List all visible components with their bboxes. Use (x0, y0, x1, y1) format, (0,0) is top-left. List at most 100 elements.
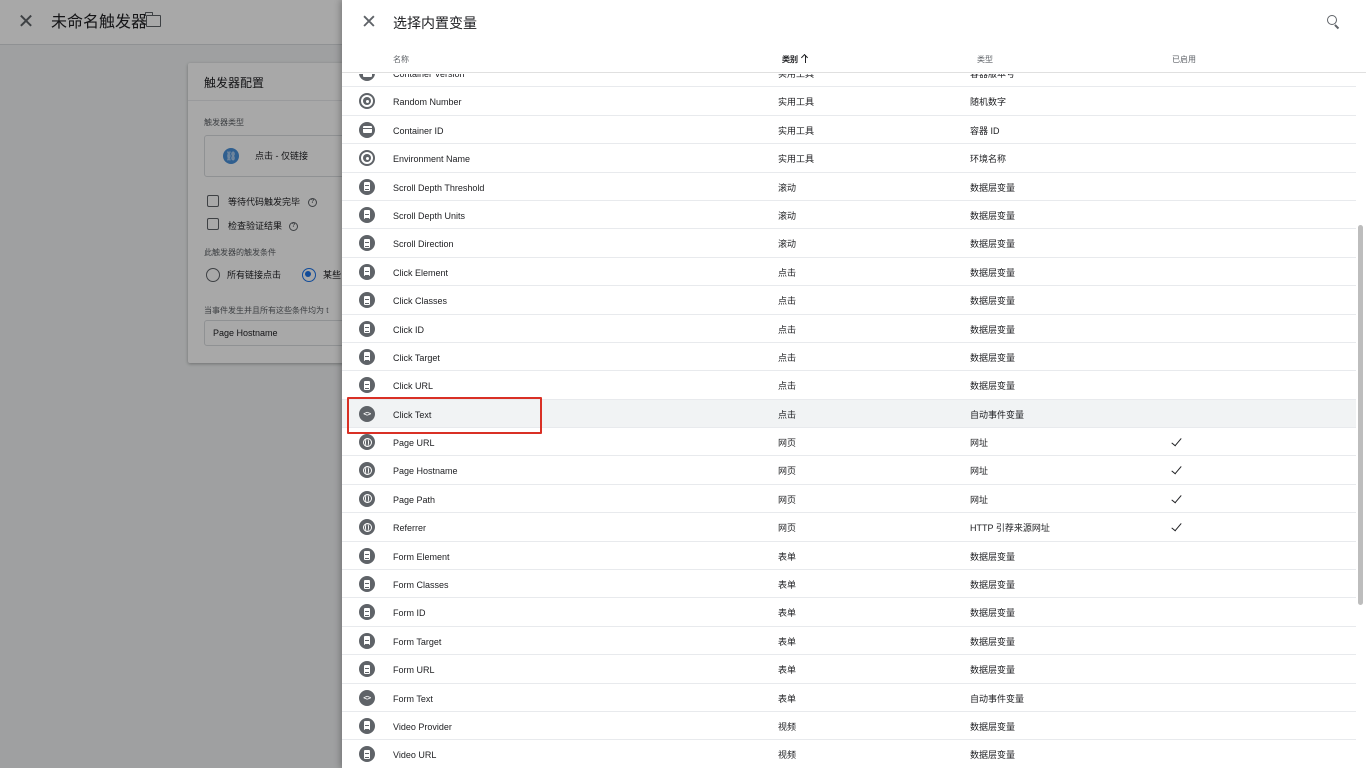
column-name-header[interactable]: 名称 (393, 54, 409, 66)
table-row[interactable]: Page Hostname 网页 网址 (342, 456, 1356, 485)
variable-name: Page Hostname (393, 466, 458, 477)
variable-category: 表单 (778, 636, 797, 647)
variable-name: Container ID (393, 125, 444, 136)
scrollbar-thumb[interactable] (1358, 225, 1363, 605)
variable-category: 点击 (778, 324, 797, 335)
table-row[interactable]: Video Provider 视频 数据层变量 (342, 712, 1356, 741)
close-panel-button[interactable]: ✕ (359, 13, 379, 33)
document-icon (359, 576, 375, 593)
table-row[interactable]: Scroll Depth Threshold 滚动 数据层变量 (342, 173, 1356, 201)
document-icon (359, 632, 375, 649)
variable-category: 视频 (778, 750, 797, 761)
variable-type: 数据层变量 (970, 750, 1016, 761)
table-row[interactable]: Click Text 点击 自动事件变量 (342, 399, 1356, 429)
table-row[interactable]: Scroll Depth Units 滚动 数据层变量 (342, 201, 1356, 230)
variable-type: 网址 (970, 438, 989, 449)
table-row[interactable]: Scroll Direction 滚动 数据层变量 (342, 229, 1356, 258)
panel-title: 选择内置变量 (393, 15, 477, 31)
variable-type: 环境名称 (970, 154, 1007, 165)
table-row[interactable]: Form ID 表单 数据层变量 (342, 598, 1356, 627)
panel-header: ✕ 选择内置变量 (342, 0, 1366, 46)
table-row[interactable]: Environment Name 实用工具 环境名称 (342, 144, 1356, 173)
column-type-header[interactable]: 类型 (977, 54, 993, 66)
table-row[interactable]: Referrer 网页 HTTP 引荐来源网址 (342, 513, 1356, 542)
container-icon (359, 74, 375, 81)
table-row[interactable]: Form URL 表单 数据层变量 (342, 655, 1356, 684)
document-icon (359, 320, 375, 337)
variable-type: 数据层变量 (970, 267, 1016, 278)
table-row[interactable]: Page Path 网页 网址 (342, 485, 1356, 514)
table-row[interactable]: Container ID 实用工具 容器 ID (342, 116, 1356, 145)
search-icon[interactable] (1327, 15, 1340, 28)
variable-type: 容器 ID (970, 125, 1000, 136)
variable-name: Click Element (393, 267, 449, 278)
variable-name: Form Element (393, 551, 450, 562)
variable-type: 数据层变量 (970, 182, 1016, 193)
table-row[interactable]: Click Target 点击 数据层变量 (342, 343, 1356, 372)
variable-type: 网址 (970, 494, 989, 505)
table-row[interactable]: Click Element 点击 数据层变量 (342, 258, 1356, 287)
code-icon (359, 689, 375, 706)
checkmark-icon (1170, 464, 1182, 476)
variables-table: Container Version 实用工具 容器版本号 Random Number 实… (342, 74, 1356, 768)
column-category-header[interactable]: 类别 (782, 54, 809, 66)
variable-name: Referrer (393, 523, 427, 534)
container-icon (359, 121, 375, 138)
column-enabled-header[interactable]: 已启用 (1172, 54, 1196, 66)
globe-icon (359, 490, 375, 507)
table-row[interactable]: Form Text 表单 自动事件变量 (342, 684, 1356, 712)
enabled-check-icon (1170, 493, 1182, 508)
table-row[interactable]: Page URL 网页 网址 (342, 428, 1356, 457)
table-row[interactable]: Form Target 表单 数据层变量 (342, 627, 1356, 656)
variable-type: 自动事件变量 (970, 409, 1025, 420)
variable-name: Scroll Depth Units (393, 210, 466, 221)
table-row[interactable]: Form Element 表单 数据层变量 (342, 542, 1356, 571)
variable-name: Page URL (393, 438, 435, 449)
variable-category: 点击 (778, 381, 797, 392)
document-icon (359, 348, 375, 365)
code-icon (359, 405, 375, 422)
variable-category: 实用工具 (778, 74, 815, 79)
document-icon (359, 263, 375, 280)
variable-name: Click Target (393, 352, 440, 363)
variable-name: Form URL (393, 665, 435, 676)
variable-type: 数据层变量 (970, 239, 1016, 250)
variable-category: 表单 (778, 665, 797, 676)
variable-name: Form ID (393, 608, 426, 619)
variable-name: Video URL (393, 750, 437, 761)
globe-icon (359, 462, 375, 479)
checkmark-icon (1170, 493, 1182, 505)
enabled-check-icon (1170, 464, 1182, 479)
variable-type: 容器版本号 (970, 74, 1016, 79)
variable-name: Click Text (393, 409, 432, 420)
enabled-check-icon (1170, 436, 1182, 451)
variable-category: 网页 (778, 494, 797, 505)
table-row[interactable]: Video URL 视频 数据层变量 (342, 740, 1356, 768)
variable-category: 实用工具 (778, 97, 815, 108)
column-category-label: 类别 (782, 55, 798, 64)
variable-name: Click Classes (393, 296, 448, 307)
table-row[interactable]: Container Version 实用工具 容器版本号 (342, 74, 1356, 88)
variable-type: 数据层变量 (970, 381, 1016, 392)
variable-name: Page Path (393, 494, 436, 505)
checkmark-icon (1170, 521, 1182, 533)
gear-icon (359, 150, 375, 167)
variable-name: Random Number (393, 97, 462, 108)
globe-icon (359, 434, 375, 451)
table-row[interactable]: Form Classes 表单 数据层变量 (342, 570, 1356, 599)
variable-type: 数据层变量 (970, 665, 1016, 676)
table-row[interactable]: Click ID 点击 数据层变量 (342, 315, 1356, 343)
variable-category: 滚动 (778, 210, 797, 221)
variable-category: 视频 (778, 721, 797, 732)
table-row[interactable]: Random Number 实用工具 随机数字 (342, 87, 1356, 116)
builtin-variables-panel: ✕ 选择内置变量 名称 类别 类型 已启用 Container Version 实… (342, 0, 1366, 768)
variable-type: 数据层变量 (970, 324, 1016, 335)
variable-category: 点击 (778, 267, 797, 278)
variable-type: 数据层变量 (970, 352, 1016, 363)
variable-type: 数据层变量 (970, 296, 1016, 307)
table-row[interactable]: Click Classes 点击 数据层变量 (342, 286, 1356, 315)
variable-name: Form Text (393, 693, 433, 704)
variable-type: 数据层变量 (970, 721, 1016, 732)
document-icon (359, 235, 375, 252)
table-row[interactable]: Click URL 点击 数据层变量 (342, 371, 1356, 400)
